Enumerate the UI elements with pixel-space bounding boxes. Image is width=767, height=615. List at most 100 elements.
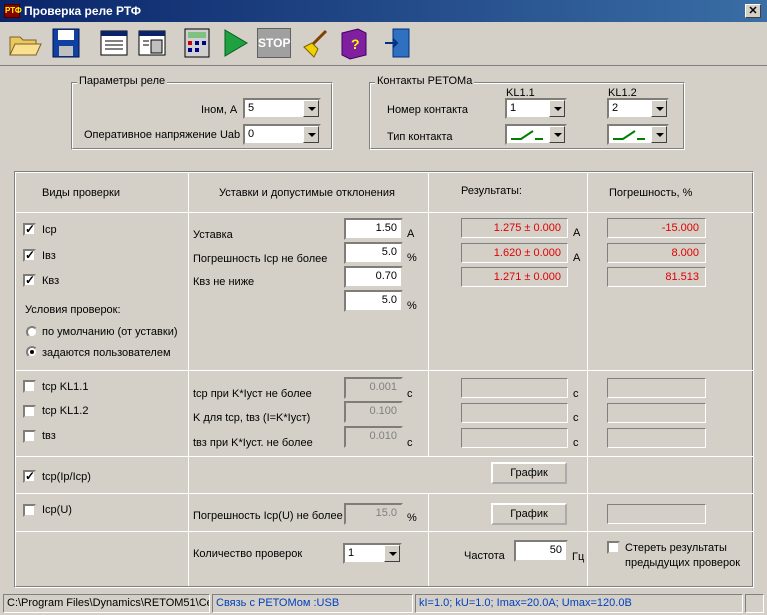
tcp-graph-button[interactable]: График — [491, 462, 567, 484]
frequency-input[interactable]: 50 — [514, 540, 568, 562]
status-grip — [745, 594, 764, 613]
frequency-label: Частота — [464, 550, 505, 562]
user-radio[interactable] — [26, 346, 38, 358]
col-divider — [428, 172, 429, 456]
contact-kl11-select[interactable]: 1 — [505, 98, 567, 119]
result-tcp-kl11 — [461, 378, 568, 398]
uop-select[interactable]: 0 — [243, 124, 321, 145]
svg-text:?: ? — [351, 36, 360, 52]
icp-error-unit: % — [407, 252, 417, 264]
kvz-error-input[interactable]: 5.0 — [344, 290, 403, 312]
tcp-graph-checkbox[interactable] — [23, 469, 36, 483]
frequency-unit: Гц — [572, 551, 585, 563]
k-factor-input[interactable]: 0.100 — [344, 401, 403, 423]
check-count-select[interactable]: 1 — [343, 543, 402, 564]
contact-number-label: Номер контакта — [387, 104, 469, 116]
row-divider — [15, 212, 753, 213]
result-icp-unit: А — [573, 227, 581, 239]
tcp-max-input[interactable]: 0.001 — [344, 377, 403, 399]
play-icon[interactable] — [217, 25, 253, 61]
tcp-kl12-checkbox[interactable] — [23, 405, 36, 418]
result-icp: 1.275 ± 0.000 — [461, 218, 568, 238]
header-check-types: Виды проверки — [42, 187, 120, 199]
relay-params-legend: Параметры реле — [77, 75, 168, 87]
inom-select[interactable]: 5 — [243, 98, 321, 119]
error-icp-u — [607, 504, 706, 524]
window-icon[interactable] — [96, 25, 132, 61]
tvz-checkbox[interactable] — [23, 430, 36, 443]
col-divider — [587, 172, 588, 456]
tcp-max-label: tср при K*Iуст не более — [193, 388, 312, 400]
contact-type-kl11-select[interactable] — [505, 124, 567, 145]
contact-kl12-select[interactable]: 2 — [607, 98, 669, 119]
kvz-error-unit: % — [407, 300, 417, 312]
ustavka-unit: А — [407, 228, 415, 240]
icp-error-input[interactable]: 5.0 — [344, 242, 403, 264]
row-divider — [15, 493, 753, 494]
open-icon[interactable] — [6, 25, 42, 61]
col-divider — [428, 493, 429, 586]
error-ivz: 8.000 — [607, 243, 706, 263]
icp-u-checkbox[interactable] — [23, 504, 36, 517]
help-book-icon[interactable]: ? — [336, 25, 372, 61]
title-bar: РТФ Проверка реле РТФ ✕ — [0, 0, 767, 22]
tcp-kl11-checkbox[interactable] — [23, 380, 36, 393]
status-connection: Связь с РЕТОМом :USB — [212, 594, 413, 613]
contact-type-label: Тип контакта — [387, 131, 453, 143]
contact-type-icon — [511, 130, 543, 140]
default-radio[interactable] — [26, 326, 38, 338]
save-icon[interactable] — [48, 25, 84, 61]
clear-results-label-2: предыдущих проверок — [625, 557, 741, 569]
tvz-max-label: tвз при K*Iуст. не более — [193, 437, 313, 449]
icp-u-graph-button[interactable]: График — [491, 503, 567, 525]
icp-u-error-input[interactable]: 15.0 — [344, 503, 403, 525]
ivz-label: Iвз — [42, 250, 56, 262]
result-tcp-kl12-unit: с — [573, 412, 579, 424]
row-divider — [15, 531, 753, 532]
close-button[interactable]: ✕ — [745, 4, 761, 18]
icp-label: Iср — [42, 224, 57, 236]
ustavka-input[interactable]: 1.50 — [344, 218, 403, 240]
error-tcp-kl12 — [607, 403, 706, 423]
icp-u-error-label: Погрешность Iср(U) не более — [193, 510, 343, 522]
broom-icon[interactable] — [298, 25, 334, 61]
tvz-max-input[interactable]: 0.010 — [344, 426, 403, 448]
kvz-min-input[interactable]: 0.70 — [344, 266, 403, 288]
col-divider — [587, 456, 588, 586]
icp-error-label: Погрешность Iср не более — [193, 253, 328, 265]
result-ivz: 1.620 ± 0.000 — [461, 243, 568, 263]
kvz-min-label: Квз не ниже — [193, 276, 255, 288]
k-factor-label: K для tср, tвз (I=K*Iуст) — [193, 412, 311, 424]
check-count-label: Количество проверок — [193, 548, 303, 560]
exit-door-icon[interactable] — [381, 25, 417, 61]
header-settings: Уставки и допустимые отклонения — [219, 187, 395, 199]
icp-checkbox[interactable] — [23, 222, 36, 236]
icp-u-error-unit: % — [407, 512, 417, 524]
toolbar: STOP ? — [0, 22, 767, 66]
conditions-label: Условия проверок: — [25, 304, 121, 316]
ivz-checkbox[interactable] — [23, 248, 36, 262]
calculator-icon[interactable] — [179, 25, 215, 61]
result-tcp-kl11-unit: с — [573, 388, 579, 400]
contact-type-icon — [613, 130, 645, 140]
error-kvz: 81.513 — [607, 267, 706, 287]
contacts-legend: Контакты РЕТОМа — [375, 75, 475, 87]
header-results: Результаты: — [461, 185, 522, 197]
inom-label: Iном, A — [201, 104, 238, 116]
status-path: C:\Program Files\Dynamics\RETOM51\Серв — [3, 594, 210, 613]
tvz-label: tвз — [42, 430, 56, 442]
ustavka-label: Уставка — [193, 229, 233, 241]
header-error: Погрешность, % — [609, 187, 693, 199]
stop-icon[interactable]: STOP — [257, 28, 291, 58]
clear-results-checkbox[interactable] — [607, 541, 620, 554]
app-icon: РТФ — [4, 4, 22, 18]
result-tvz — [461, 428, 568, 448]
result-tvz-unit: с — [573, 437, 579, 449]
window-calc-icon[interactable] — [134, 25, 170, 61]
contact-type-kl12-select[interactable] — [607, 124, 669, 145]
tcp-kl11-label: tср KL1.1 — [42, 381, 89, 393]
kvz-checkbox[interactable] — [23, 273, 36, 287]
user-radio-label: задаются пользователем — [42, 347, 171, 359]
row-divider — [15, 456, 753, 457]
tvz-max-unit: с — [407, 437, 413, 449]
